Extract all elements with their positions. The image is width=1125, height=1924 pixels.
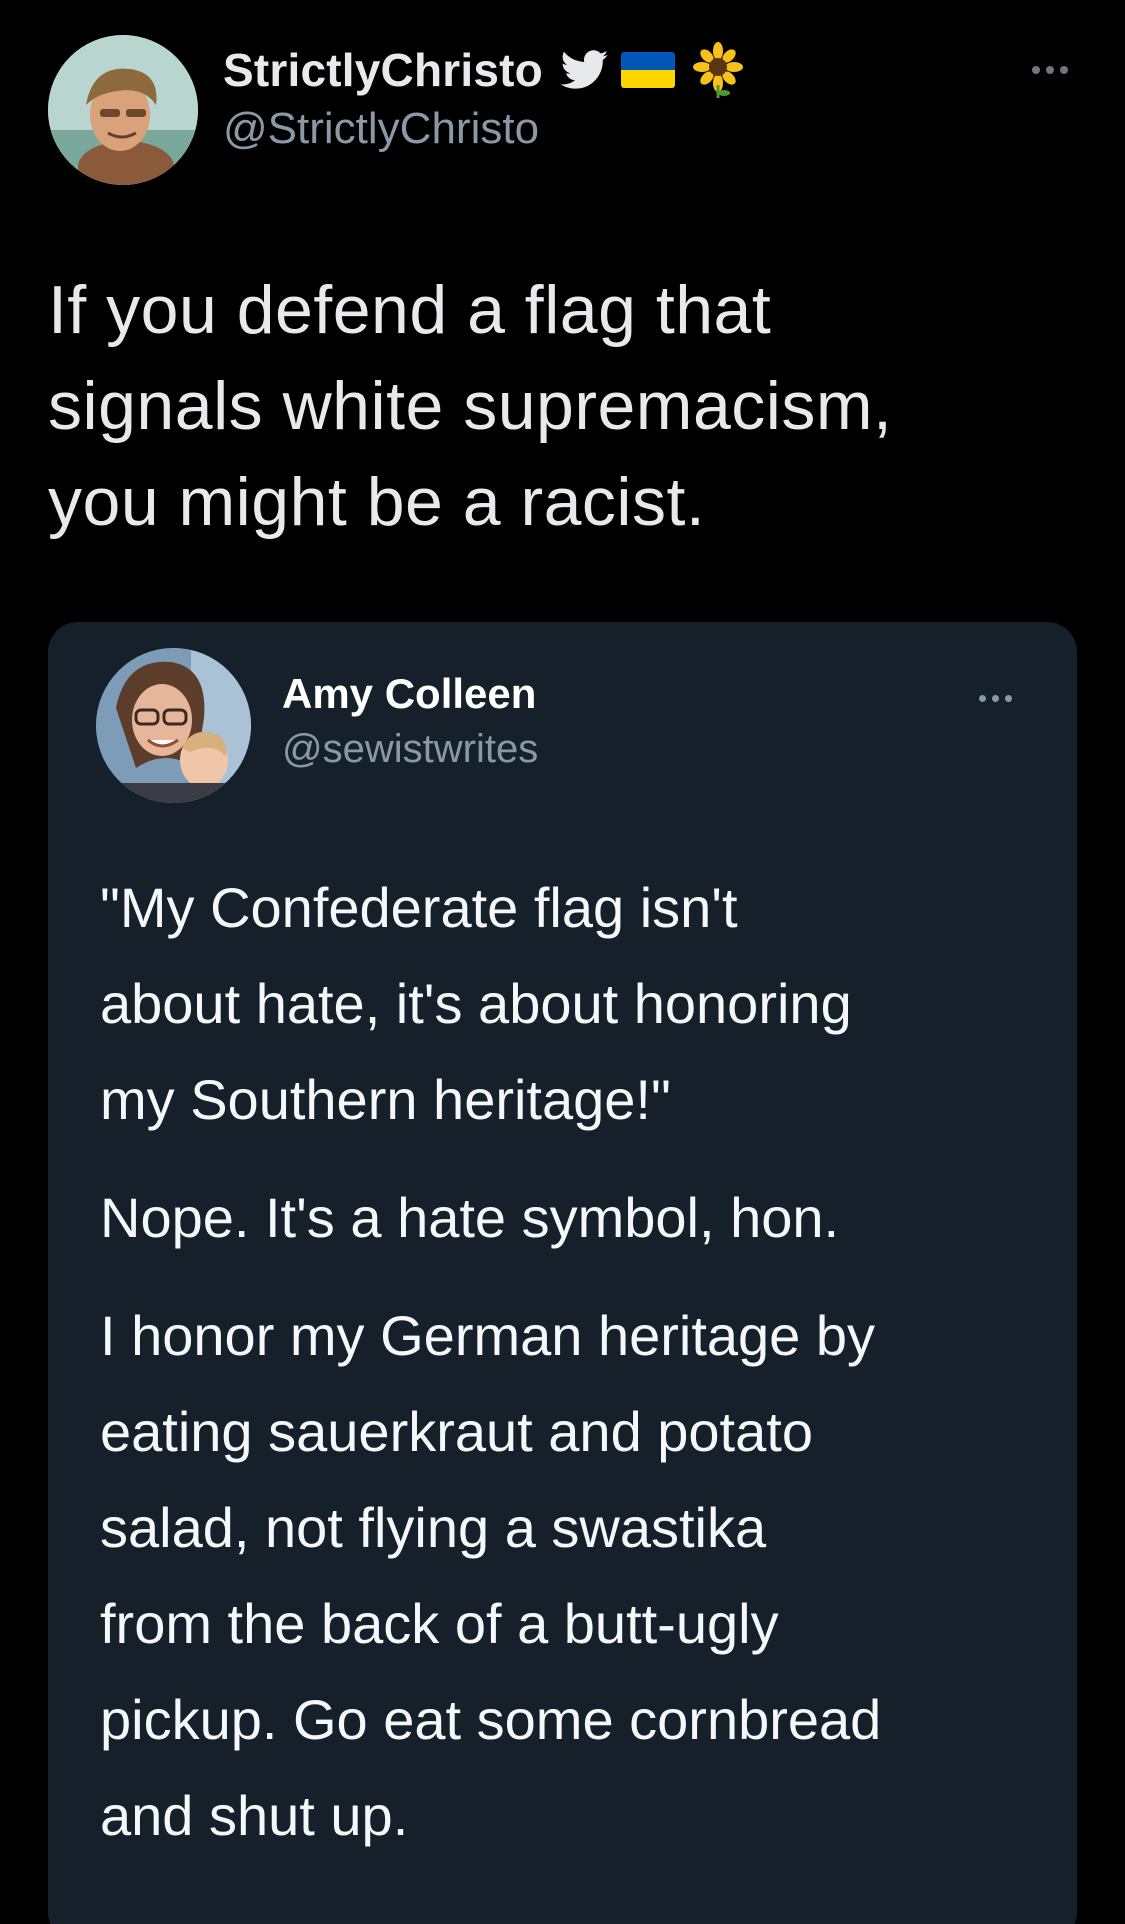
more-dot (991, 694, 999, 702)
author-names: StrictlyChristo @StrictlyChristo (223, 40, 747, 180)
more-dot (1060, 66, 1068, 74)
quoted-text-line: eating sauerkraut and potato (100, 1400, 813, 1463)
author-handle[interactable]: @StrictlyChristo (223, 104, 747, 154)
tweet-text-line: you might be a racist. (48, 464, 706, 540)
quoted-tweet-card[interactable]: Amy Colleen @sewistwrites "My Confederat… (48, 622, 1077, 1924)
author-avatar[interactable] (48, 35, 198, 185)
quoted-text-line: my Southern heritage!" (100, 1068, 671, 1131)
quoted-text-line: from the back of a butt-ugly (100, 1592, 779, 1655)
quoted-author-avatar (96, 648, 251, 803)
quoted-author-names: Amy Colleen @sewistwrites (282, 667, 538, 775)
more-dot (1032, 66, 1040, 74)
tweet-text-line: If you defend a flag that (48, 272, 772, 348)
quoted-paragraph: I honor my German heritage by eating sau… (100, 1288, 1050, 1864)
tweet-text: If you defend a flag that signals white … (48, 262, 1068, 550)
tweet-page: StrictlyChristo @StrictlyChristo If you … (0, 0, 1125, 1924)
quoted-paragraph: Nope. It's a hate symbol, hon. (100, 1170, 1050, 1266)
quoted-tweet-text: "My Confederate flag isn't about hate, i… (100, 860, 1050, 1886)
avatar-portrait-image (48, 35, 198, 185)
twitter-bird-icon (560, 50, 609, 89)
sunflower-icon (692, 42, 743, 98)
author-display-name[interactable]: StrictlyChristo (223, 43, 543, 97)
ukraine-flag-icon (620, 52, 675, 88)
quoted-text-line: and shut up. (100, 1784, 409, 1847)
quoted-more-options-icon (967, 690, 1023, 706)
quoted-text-line: Nope. It's a hate symbol, hon. (100, 1186, 840, 1249)
quoted-paragraph: "My Confederate flag isn't about hate, i… (100, 860, 1050, 1148)
more-dot (978, 694, 986, 702)
quoted-author-handle: @sewistwrites (282, 727, 539, 771)
quoted-text-line: I honor my German heritage by (100, 1304, 876, 1367)
quoted-text-line: pickup. Go eat some cornbread (100, 1688, 882, 1751)
quoted-text-line: salad, not flying a swastika (100, 1496, 767, 1559)
tweet-header: StrictlyChristo @StrictlyChristo (48, 30, 1078, 185)
more-dot (1004, 694, 1012, 702)
quoted-text-line: "My Confederate flag isn't (100, 876, 738, 939)
more-dot (1046, 66, 1054, 74)
quoted-avatar-photo (96, 648, 251, 803)
tweet-text-line: signals white supremacism, (48, 368, 893, 444)
quoted-text-line: about hate, it's about honoring (100, 972, 852, 1035)
display-name-row: StrictlyChristo (223, 40, 747, 100)
quoted-author-display-name: Amy Colleen (282, 670, 537, 717)
more-options-icon[interactable] (1022, 60, 1078, 80)
